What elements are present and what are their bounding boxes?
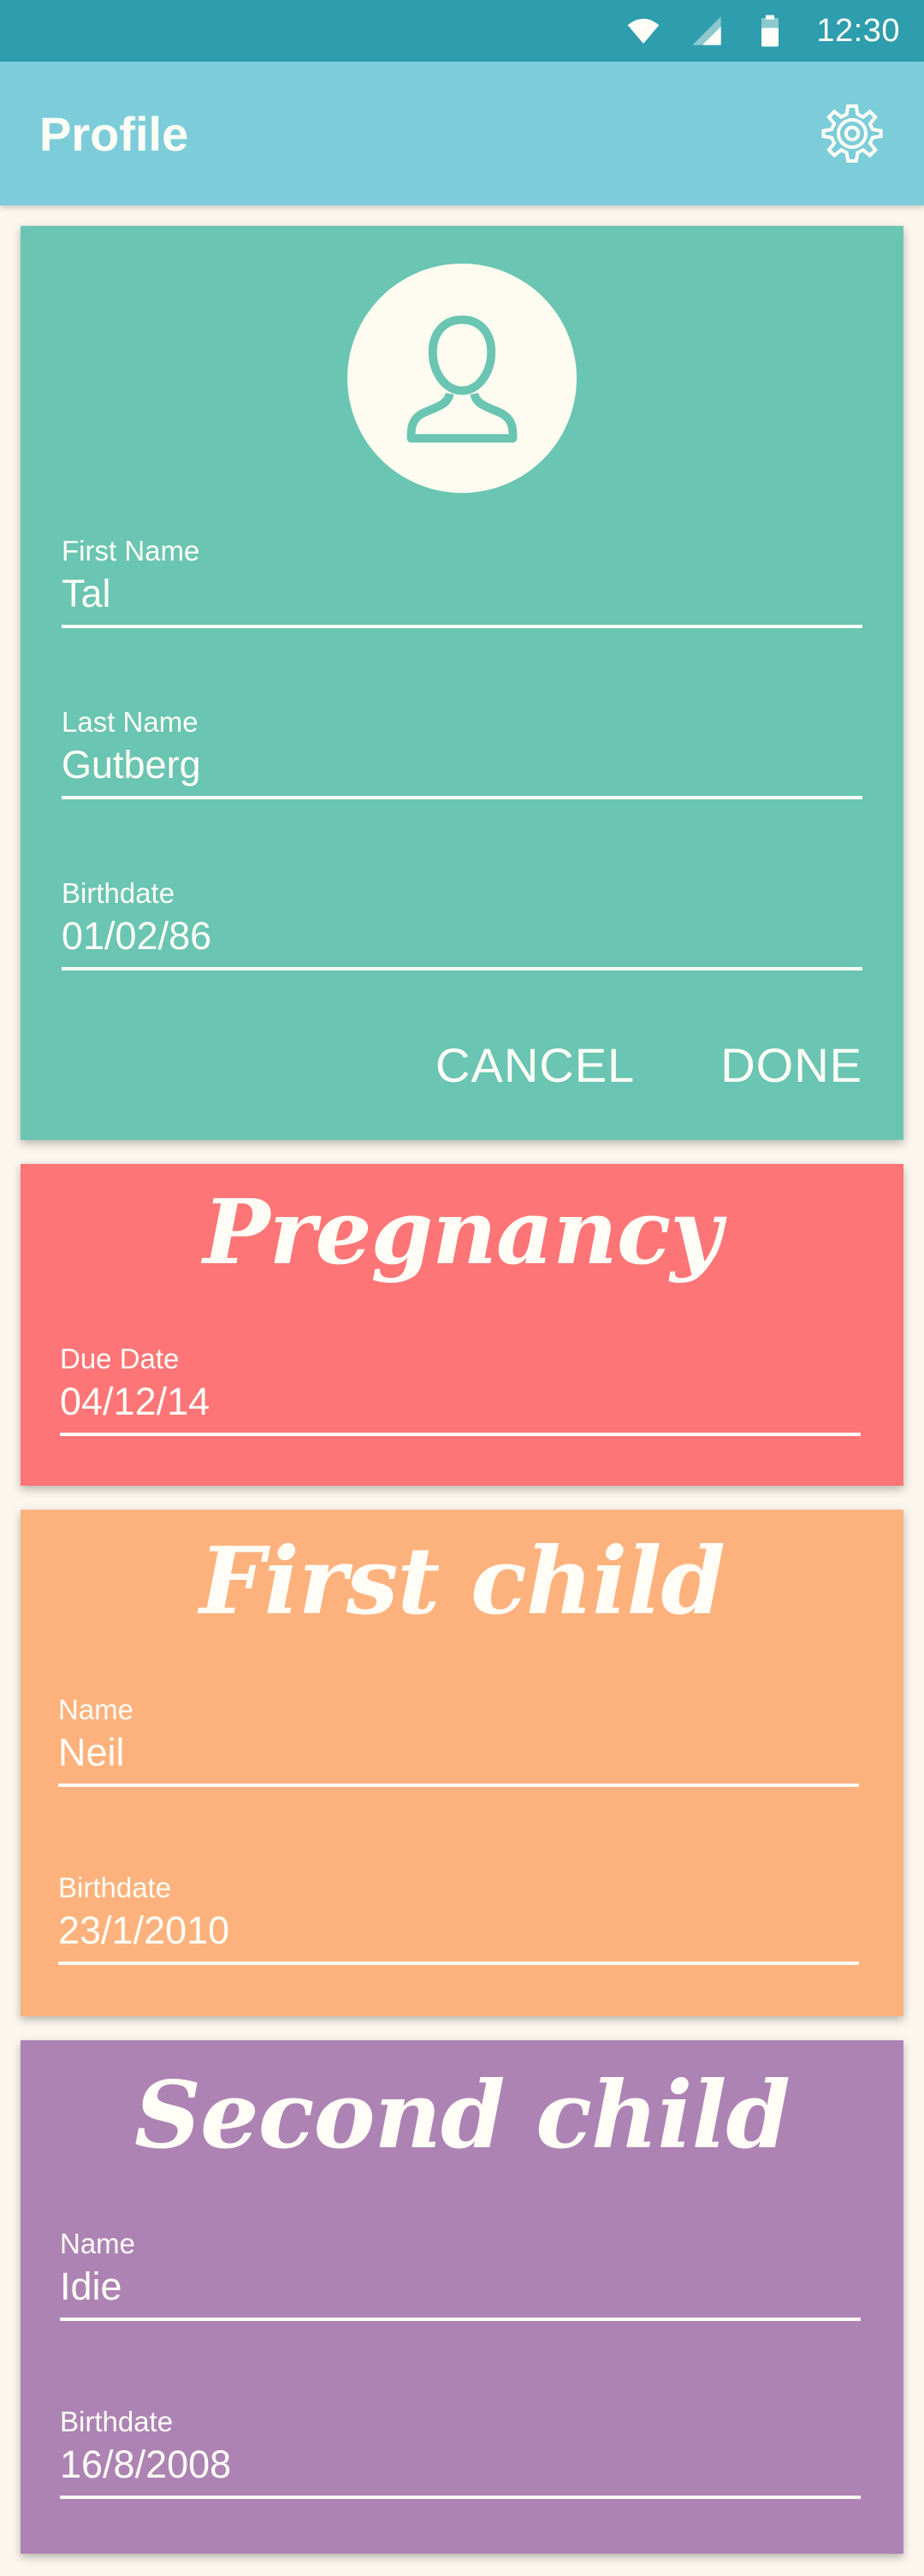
- second-child-birthdate-value[interactable]: 16/8/2008: [60, 2441, 861, 2489]
- cancel-button[interactable]: CANCEL: [435, 1037, 635, 1093]
- gear-icon[interactable]: [818, 99, 886, 168]
- second-child-birthdate-field[interactable]: Birthdate 16/8/2008: [60, 2405, 861, 2499]
- first-name-value[interactable]: Tal: [62, 570, 862, 618]
- app-bar: Profile: [0, 62, 924, 205]
- pregnancy-card: Pregnancy Due Date 04/12/14: [21, 1164, 903, 1486]
- done-button[interactable]: DONE: [720, 1037, 862, 1093]
- first-name-underline: [62, 625, 862, 628]
- status-bar: 12:30: [0, 0, 924, 62]
- second-child-name-value[interactable]: Idie: [60, 2263, 861, 2311]
- birthdate-value[interactable]: 01/02/86: [62, 912, 862, 960]
- last-name-value[interactable]: Gutberg: [62, 741, 862, 789]
- battery-icon: [761, 15, 779, 47]
- second-child-name-field[interactable]: Name Idie: [60, 2227, 861, 2321]
- first-child-name-value[interactable]: Neil: [58, 1729, 859, 1777]
- cellular-signal-icon: [692, 16, 722, 45]
- profile-card: First Name Tal Last Name Gutberg Birthda…: [21, 226, 903, 1140]
- page-title: Profile: [39, 106, 189, 161]
- first-child-birthdate-field[interactable]: Birthdate 23/1/2010: [58, 1871, 859, 1965]
- second-child-title: Second child: [134, 2062, 791, 2169]
- first-child-name-underline: [58, 1784, 859, 1787]
- second-child-birthdate-underline: [60, 2496, 861, 2499]
- due-date-label: Due Date: [60, 1343, 180, 1374]
- profile-actions: CANCEL DONE: [435, 1037, 862, 1093]
- pregnancy-title: Pregnancy: [203, 1179, 721, 1285]
- first-child-birthdate-value[interactable]: 23/1/2010: [58, 1907, 859, 1955]
- birthdate-label: Birthdate: [62, 877, 175, 909]
- second-child-card: Second child Name Idie Birthdate 16/8/20…: [21, 2040, 903, 2554]
- second-child-birthdate-label: Birthdate: [60, 2406, 174, 2437]
- first-child-name-field[interactable]: Name Neil: [58, 1693, 859, 1787]
- birthdate-field[interactable]: Birthdate 01/02/86: [62, 876, 862, 970]
- avatar[interactable]: [347, 264, 577, 493]
- status-time: 12:30: [816, 12, 900, 49]
- last-name-underline: [62, 796, 862, 799]
- wifi-icon: [628, 18, 660, 44]
- first-child-title: First child: [199, 1528, 726, 1635]
- first-child-card: First child Name Neil Birthdate 23/1/201…: [21, 1510, 903, 2016]
- second-child-name-underline: [60, 2318, 861, 2321]
- user-icon: [406, 315, 518, 443]
- birthdate-underline: [62, 967, 862, 970]
- first-name-field[interactable]: First Name Tal: [62, 534, 862, 628]
- second-child-name-label: Name: [60, 2228, 136, 2259]
- due-date-value[interactable]: 04/12/14: [60, 1378, 861, 1426]
- first-name-label: First Name: [62, 535, 200, 567]
- due-date-field[interactable]: Due Date 04/12/14: [60, 1342, 861, 1436]
- due-date-underline: [60, 1433, 861, 1436]
- last-name-field[interactable]: Last Name Gutberg: [62, 705, 862, 799]
- first-child-birthdate-underline: [58, 1962, 859, 1965]
- first-child-name-label: Name: [58, 1694, 134, 1725]
- first-child-birthdate-label: Birthdate: [58, 1872, 172, 1903]
- last-name-label: Last Name: [62, 706, 198, 738]
